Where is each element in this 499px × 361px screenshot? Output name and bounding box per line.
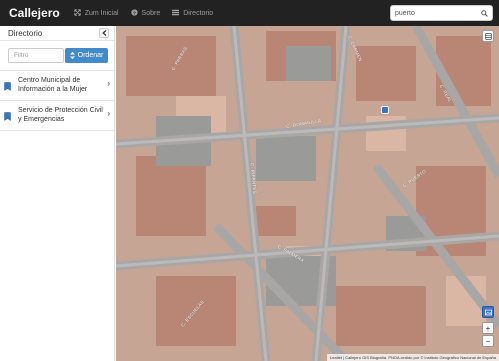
nav-directorio-label: Directorio	[183, 9, 214, 17]
search-icon[interactable]	[481, 4, 488, 22]
collapse-sidebar-button[interactable]	[99, 28, 109, 38]
zoom-in-button[interactable]: +	[482, 322, 494, 334]
order-button-label: Ordenar	[77, 52, 104, 59]
aerial-imagery	[116, 26, 499, 361]
sidebar-tools: Filtro Ordenar	[0, 41, 114, 71]
brand-title[interactable]: Callejero	[9, 6, 60, 20]
zoom-out-button[interactable]: −	[482, 335, 494, 347]
layers-button[interactable]	[482, 30, 494, 42]
nav-sobre-label: Sobre	[141, 9, 161, 17]
map-view[interactable]: C. PARRAS C. CARMEN C. ROMANILLA C. INFA…	[116, 26, 499, 361]
list-item[interactable]: Servicio de Protección Civil y Emergenci…	[0, 101, 114, 131]
order-button[interactable]: Ordenar	[65, 48, 108, 63]
chevron-right-icon: ›	[107, 79, 110, 88]
list-item-label: Centro Municipal de Información a la Muj…	[18, 77, 88, 93]
sort-icon	[69, 52, 75, 59]
map-attribution: Leaflet | Callejero GIS Biografía. PNOA …	[326, 354, 499, 361]
search-box[interactable]	[390, 5, 493, 21]
list-item-label: Servicio de Protección Civil y Emergenci…	[18, 107, 103, 123]
nav-zum-inicial-label: Zum Inicial	[84, 9, 119, 17]
poi-marker[interactable]	[381, 106, 389, 114]
image-icon	[484, 309, 492, 315]
sidebar-header: Directorio	[0, 26, 114, 41]
question-circle-icon: ?	[130, 8, 138, 18]
svg-text:?: ?	[133, 10, 136, 16]
sidebar-title: Directorio	[8, 28, 43, 38]
layers-icon	[484, 32, 492, 40]
nav-zum-inicial[interactable]: Zum Inicial	[73, 8, 119, 18]
sidebar: Directorio Filtro Ordenar Centro Municip…	[0, 26, 115, 361]
navbar: Callejero Zum Inicial ? Sobre Directorio	[0, 0, 499, 26]
list-item[interactable]: Centro Municipal de Información a la Muj…	[0, 71, 114, 101]
chevron-right-icon: ›	[107, 109, 110, 118]
filter-input[interactable]: Filtro	[8, 48, 64, 63]
nav-directorio[interactable]: Directorio	[172, 9, 213, 18]
nav-sobre[interactable]: ? Sobre	[130, 8, 161, 18]
locate-button[interactable]	[482, 306, 494, 318]
bookmark-icon	[4, 78, 12, 96]
search-input[interactable]	[395, 9, 480, 17]
expand-icon	[73, 8, 81, 18]
list-icon	[172, 9, 180, 18]
chevron-left-icon	[101, 30, 106, 36]
bookmark-icon	[4, 108, 12, 126]
